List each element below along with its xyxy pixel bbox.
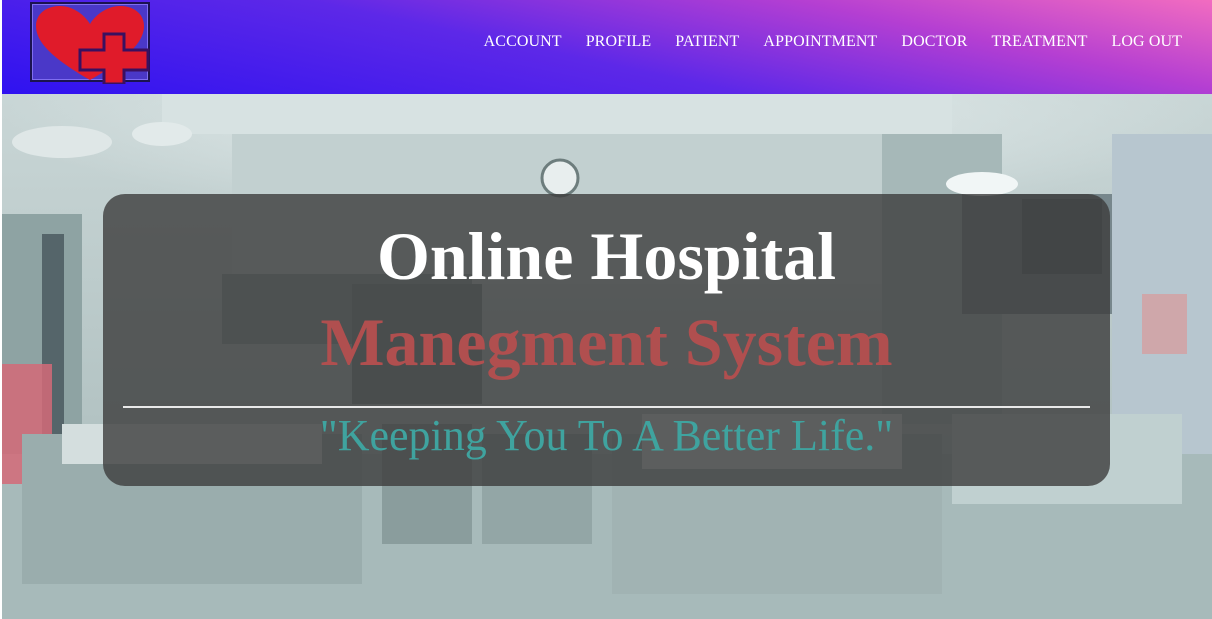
nav-item-profile: PROFILE [586,33,652,51]
nav-item-account: ACCOUNT [484,33,562,51]
hero-title-line1: Online Hospital [376,218,837,294]
nav-link-appointment[interactable]: APPOINTMENT [763,33,877,50]
nav-link-doctor[interactable]: DOCTOR [901,33,967,50]
hero-title-line2: Manegment System [320,304,893,380]
nav-link-treatment[interactable]: TREATMENT [992,33,1088,50]
hero-section: Online Hospital Manegment System "Keepin… [2,94,1212,619]
main-nav: ACCOUNT PROFILE PATIENT APPOINTMENT DOCT… [484,33,1182,51]
nav-item-appointment: APPOINTMENT [763,33,877,51]
nav-item-treatment: TREATMENT [992,33,1088,51]
nav-link-account[interactable]: ACCOUNT [484,33,562,50]
page: ACCOUNT PROFILE PATIENT APPOINTMENT DOCT… [2,0,1212,619]
hero-divider [123,406,1090,408]
top-navbar: ACCOUNT PROFILE PATIENT APPOINTMENT DOCT… [2,0,1212,94]
nav-item-patient: PATIENT [675,33,739,51]
hero-tagline: "Keeping You To A Better Life." [319,411,894,460]
logo[interactable] [30,2,150,84]
nav-link-logout[interactable]: LOG OUT [1112,33,1182,50]
nav-item-logout: LOG OUT [1112,33,1182,51]
nav-link-profile[interactable]: PROFILE [586,33,652,50]
nav-item-doctor: DOCTOR [901,33,967,51]
hero-overlay-panel: Online Hospital Manegment System "Keepin… [103,194,1110,486]
heart-with-cross-icon [36,6,150,84]
nav-link-patient[interactable]: PATIENT [675,33,739,50]
